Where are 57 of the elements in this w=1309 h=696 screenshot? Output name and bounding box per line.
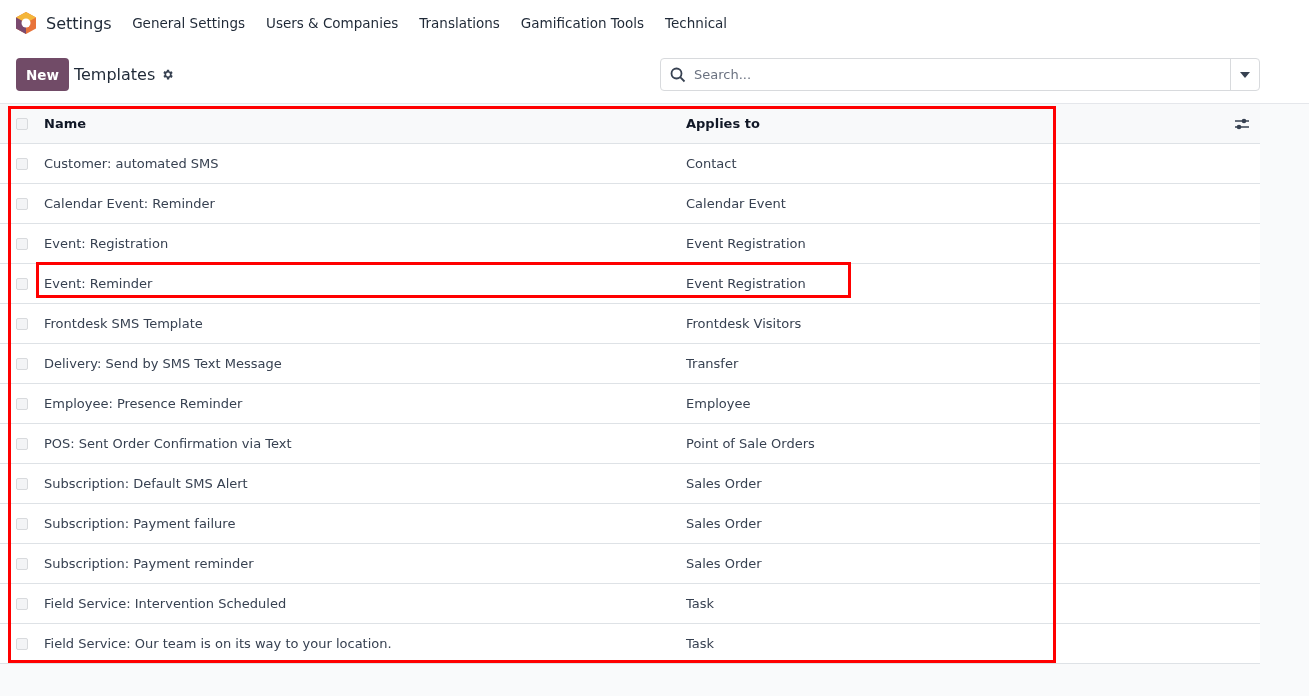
menu-item[interactable]: Gamification Tools (510, 15, 655, 31)
checkbox[interactable] (16, 157, 28, 170)
checkbox[interactable] (16, 637, 28, 650)
menu-item[interactable]: Translations (408, 15, 511, 31)
table-cell-text: Point of Sale Orders (686, 436, 816, 451)
checkbox[interactable] (16, 317, 28, 330)
checkbox[interactable] (16, 117, 28, 130)
checkbox[interactable] (16, 397, 28, 410)
column-header[interactable]: Applies to (686, 116, 1234, 131)
menu-item[interactable]: Users & Companies (255, 15, 409, 31)
table-cell-text: Customer: automated SMS (44, 156, 220, 171)
table-cell-text: Sales Order (686, 476, 763, 491)
checkbox[interactable] (16, 357, 28, 370)
sliders-icon[interactable] (1234, 116, 1250, 131)
column-header[interactable]: Name (44, 116, 686, 131)
checkbox[interactable] (16, 237, 28, 250)
checkbox[interactable] (16, 517, 28, 530)
menu-item[interactable]: General Settings (121, 15, 256, 31)
table-cell-text: Field Service: Our team is on its way to your location. (44, 636, 393, 651)
table-cell-text: Transfer (686, 356, 740, 371)
table-cell-text: Event Registration (686, 276, 807, 291)
table-cell-text: Task (686, 636, 716, 651)
checkbox[interactable] (16, 437, 28, 450)
checkbox[interactable] (16, 477, 28, 490)
checkbox[interactable] (16, 557, 28, 570)
menu-item[interactable]: Technical (654, 15, 738, 31)
checkbox[interactable] (16, 597, 28, 610)
search-icon (670, 66, 686, 83)
table-cell-text: POS: Sent Order Confirmation via Text (44, 436, 293, 451)
table-cell-text: Frontdesk SMS Template (44, 316, 204, 331)
caret-icon (1240, 71, 1250, 78)
table-cell-text: Calendar Event (686, 196, 787, 211)
app-name[interactable]: Settings (46, 13, 112, 33)
table-cell-text: Frontdesk Visitors (686, 316, 803, 331)
table-cell-text: Delivery: Send by SMS Text Message (44, 356, 283, 371)
app-logo-icon[interactable] (15, 11, 37, 35)
table-cell-text: Sales Order (686, 556, 763, 571)
gear-icon[interactable] (161, 68, 175, 81)
table-cell-text: Field Service: Intervention Scheduled (44, 596, 288, 611)
table-cell-text: Sales Order (686, 516, 763, 531)
table-cell-text: Subscription: Payment failure (44, 516, 237, 531)
checkbox[interactable] (16, 197, 28, 210)
table-cell-text: Event: Reminder (44, 276, 154, 291)
table-cell-text: Subscription: Default SMS Alert (44, 476, 249, 491)
table-cell-text: Contact (686, 156, 738, 171)
table-cell-text: Employee (686, 396, 752, 411)
table-cell-text: Event: Registration (44, 236, 170, 251)
page-title: Templates (73, 65, 156, 84)
table-cell-text: Calendar Event: Reminder (44, 196, 216, 211)
search-input[interactable]: Search... (692, 66, 1230, 83)
table-cell-text: Subscription: Payment reminder (44, 556, 255, 571)
table-cell-text: Event Registration (686, 236, 807, 251)
table-cell-text: Task (686, 596, 716, 611)
search-field[interactable]: Search... (660, 58, 1260, 91)
new-button[interactable]: New (16, 58, 69, 91)
table-cell-text: Employee: Presence Reminder (44, 396, 244, 411)
checkbox[interactable] (16, 277, 28, 290)
